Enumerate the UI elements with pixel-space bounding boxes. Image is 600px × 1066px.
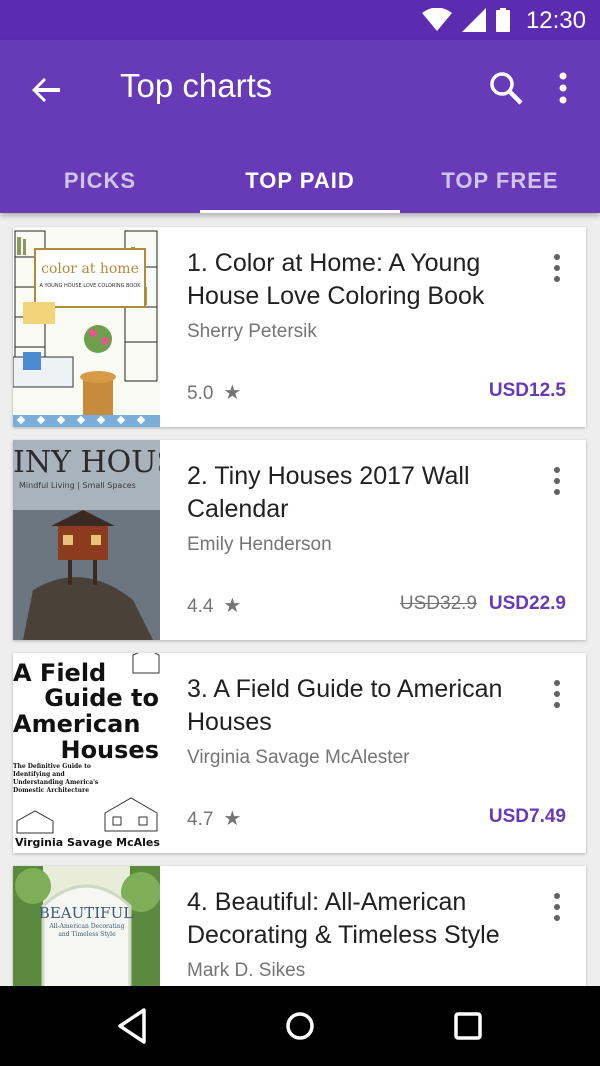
book-original-price: USD32.9 xyxy=(399,593,477,614)
book-list: color at home A YOUNG HOUSE LOVE COLORIN… xyxy=(0,213,600,986)
nav-recents-icon[interactable] xyxy=(446,1004,490,1048)
tab-bar: PICKS TOP PAID TOP FREE xyxy=(0,148,600,213)
book-price[interactable]: USD7.49 xyxy=(489,806,566,828)
cover-title-line2: Guide to xyxy=(44,684,159,712)
book-cover[interactable]: INY HOUSE Mindful Living | Small Spaces xyxy=(13,440,160,640)
battery-icon xyxy=(496,8,510,32)
page-title: Top charts xyxy=(120,67,273,104)
book-card[interactable]: A Field Guide to American Houses The Def… xyxy=(13,653,586,853)
cover-title: color at home xyxy=(41,261,139,277)
rating-value: 4.4 xyxy=(187,596,214,617)
book-card[interactable]: INY HOUSE Mindful Living | Small Spaces … xyxy=(13,440,586,640)
star-icon: ★ xyxy=(223,595,242,617)
rating-value: 5.0 xyxy=(187,383,214,404)
tab-top-paid[interactable]: TOP PAID xyxy=(200,148,400,213)
more-vert-icon[interactable] xyxy=(546,890,568,924)
back-arrow-icon[interactable] xyxy=(26,70,66,110)
book-title: 3. A Field Guide to American Houses xyxy=(187,675,503,736)
cover-illustration: INY HOUSE Mindful Living | Small Spaces xyxy=(13,440,160,640)
signal-icon xyxy=(462,8,486,32)
search-icon[interactable] xyxy=(486,68,526,108)
more-vert-icon[interactable] xyxy=(548,68,578,108)
wifi-icon xyxy=(422,8,452,31)
book-rating: 5.0 ★ xyxy=(187,380,241,405)
cover-subtitle: All-American Decorating and Timeless Sty… xyxy=(49,923,125,938)
cover-illustration: color at home A YOUNG HOUSE LOVE COLORIN… xyxy=(13,227,160,427)
book-rating: 4.4 ★ xyxy=(187,593,241,618)
status-bar: 12:30 xyxy=(0,0,600,40)
book-author: Mark D. Sikes xyxy=(187,960,306,981)
cover-subtitle: The Definitive Guide to Identifying and … xyxy=(13,763,99,794)
book-author: Virginia Savage McAlester xyxy=(187,747,410,768)
book-author: Sherry Petersik xyxy=(187,321,317,342)
status-icons xyxy=(422,8,510,32)
book-cover[interactable]: A Field Guide to American Houses The Def… xyxy=(13,653,160,853)
cover-illustration: A Field Guide to American Houses The Def… xyxy=(13,653,160,853)
cover-title-line1: A Field xyxy=(13,659,106,687)
star-icon: ★ xyxy=(223,382,242,404)
more-vert-icon[interactable] xyxy=(546,677,568,711)
tab-picks[interactable]: PICKS xyxy=(0,148,200,213)
book-card[interactable]: BEAUTIFUL All-American Decorating and Ti… xyxy=(13,866,586,986)
more-vert-icon[interactable] xyxy=(546,464,568,498)
cover-illustration: BEAUTIFUL All-American Decorating and Ti… xyxy=(13,866,160,986)
book-rating: 4.7 ★ xyxy=(187,806,241,831)
status-time: 12:30 xyxy=(525,7,586,34)
cover-title: BEAUTIFUL xyxy=(39,904,133,922)
more-vert-icon[interactable] xyxy=(546,251,568,285)
cover-subtitle: Mindful Living | Small Spaces xyxy=(19,481,136,490)
cover-author: Virginia Savage McAlester xyxy=(15,836,160,849)
book-card[interactable]: color at home A YOUNG HOUSE LOVE COLORIN… xyxy=(13,227,586,427)
book-price[interactable]: USD12.5 xyxy=(489,380,566,402)
cover-title-line3: American xyxy=(13,710,140,738)
rating-value: 4.7 xyxy=(187,809,214,830)
tab-top-free[interactable]: TOP FREE xyxy=(400,148,600,213)
book-price[interactable]: USD22.9 xyxy=(489,593,566,615)
book-cover[interactable]: BEAUTIFUL All-American Decorating and Ti… xyxy=(13,866,160,986)
cover-subtitle: A YOUNG HOUSE LOVE COLORING BOOK xyxy=(39,283,141,289)
app-bar: Top charts PICKS TOP PAID TOP FREE xyxy=(0,40,600,213)
star-icon: ★ xyxy=(223,808,242,830)
nav-home-icon[interactable] xyxy=(278,1004,322,1048)
book-title: 2. Tiny Houses 2017 Wall Calendar xyxy=(187,462,470,523)
nav-back-icon[interactable] xyxy=(110,1004,154,1048)
cover-title: INY HOUSE xyxy=(13,445,160,480)
book-cover[interactable]: color at home A YOUNG HOUSE LOVE COLORIN… xyxy=(13,227,160,427)
book-author: Emily Henderson xyxy=(187,534,332,555)
book-title: 1. Color at Home: A Young House Love Col… xyxy=(187,249,485,310)
system-nav-bar xyxy=(0,986,600,1066)
cover-title-line4: Houses xyxy=(60,736,159,764)
book-title: 4. Beautiful: All-American Decorating & … xyxy=(187,888,500,949)
